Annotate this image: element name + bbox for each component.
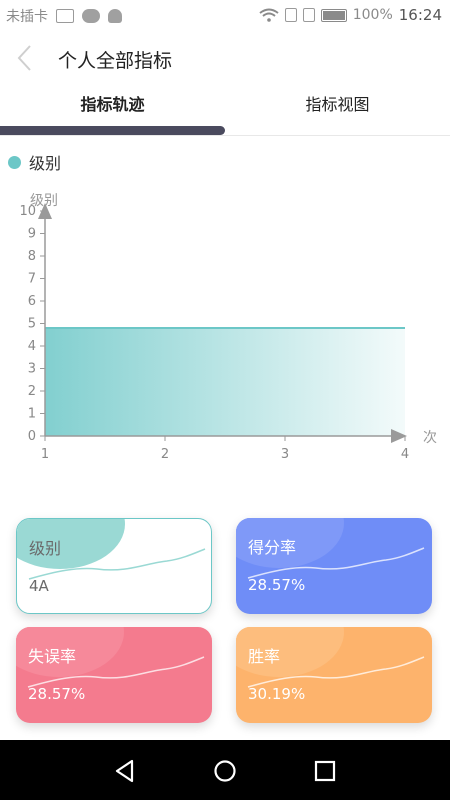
y-tick-label: 2 xyxy=(28,384,36,399)
chevron-left-icon xyxy=(17,45,31,71)
app-header: 个人全部指标 xyxy=(0,30,450,86)
card-value: 4A xyxy=(29,577,49,595)
legend-dot xyxy=(8,155,21,169)
card-score-rate[interactable]: 得分率 28.57% xyxy=(236,518,432,614)
x-tick-label: 4 xyxy=(401,447,409,462)
sparkline xyxy=(247,547,425,579)
sim-icon xyxy=(284,8,297,22)
sparkline xyxy=(27,656,205,688)
card-label: 失误率 xyxy=(28,647,77,666)
y-tick-label: 1 xyxy=(28,407,36,422)
tab-view[interactable]: 指标视图 xyxy=(225,86,450,136)
card-label: 胜率 xyxy=(248,647,281,666)
legend-label: 级别 xyxy=(29,154,62,173)
wifi-icon xyxy=(259,8,279,22)
x-tick-label: 2 xyxy=(161,447,169,462)
status-bar: 未插卡 100% 16:24 xyxy=(0,0,450,30)
card-value: 30.19% xyxy=(248,685,306,703)
y-tick-label: 9 xyxy=(28,227,36,242)
y-tick-label: 7 xyxy=(28,272,36,287)
android-icon xyxy=(108,9,122,23)
level-area-chart: 0123456789101 2 3 4级别次 xyxy=(19,193,437,462)
back-button[interactable] xyxy=(10,42,40,74)
card-value: 28.57% xyxy=(248,576,306,594)
battery-icon xyxy=(320,8,347,22)
y-tick-label: 3 xyxy=(28,362,36,377)
active-tab-indicator xyxy=(0,126,225,135)
gallery-icon xyxy=(56,9,74,23)
wechat-icon xyxy=(82,9,100,23)
y-tick-label: 8 xyxy=(28,249,36,264)
x-axis-label: 次 xyxy=(423,430,437,446)
y-tick-label: 0 xyxy=(28,429,36,444)
sim2-icon xyxy=(302,8,315,22)
page-title: 个人全部指标 xyxy=(58,50,173,72)
home-circle-icon[interactable] xyxy=(212,758,238,784)
x-tick-label: 1 xyxy=(41,447,49,462)
series-area xyxy=(45,328,405,436)
carrier-text: 未插卡 xyxy=(6,9,48,25)
y-axis-label: 级别 xyxy=(30,193,58,209)
back-triangle-icon[interactable] xyxy=(112,758,138,784)
y-tick-label: 4 xyxy=(28,339,36,354)
card-level[interactable]: 级别 4A xyxy=(16,518,212,614)
x-tick-label: 3 xyxy=(281,447,289,462)
system-nav-bar xyxy=(0,740,450,800)
recents-square-icon[interactable] xyxy=(312,758,338,784)
card-label: 得分率 xyxy=(248,538,297,557)
battery-percent: 100% xyxy=(352,7,393,23)
chart-legend[interactable]: 级别 xyxy=(8,150,61,174)
sparkline xyxy=(247,656,425,688)
y-tick-label: 6 xyxy=(28,294,36,309)
card-value: 28.57% xyxy=(28,685,86,703)
tab-bar: 指标轨迹 指标视图 xyxy=(0,86,450,136)
card-error-rate[interactable]: 失误率 28.57% xyxy=(16,627,212,723)
y-tick-label: 5 xyxy=(28,317,36,332)
card-label: 级别 xyxy=(29,539,62,558)
card-win-rate[interactable]: 胜率 30.19% xyxy=(236,627,432,723)
clock: 16:24 xyxy=(398,6,442,24)
sparkline xyxy=(28,548,206,580)
